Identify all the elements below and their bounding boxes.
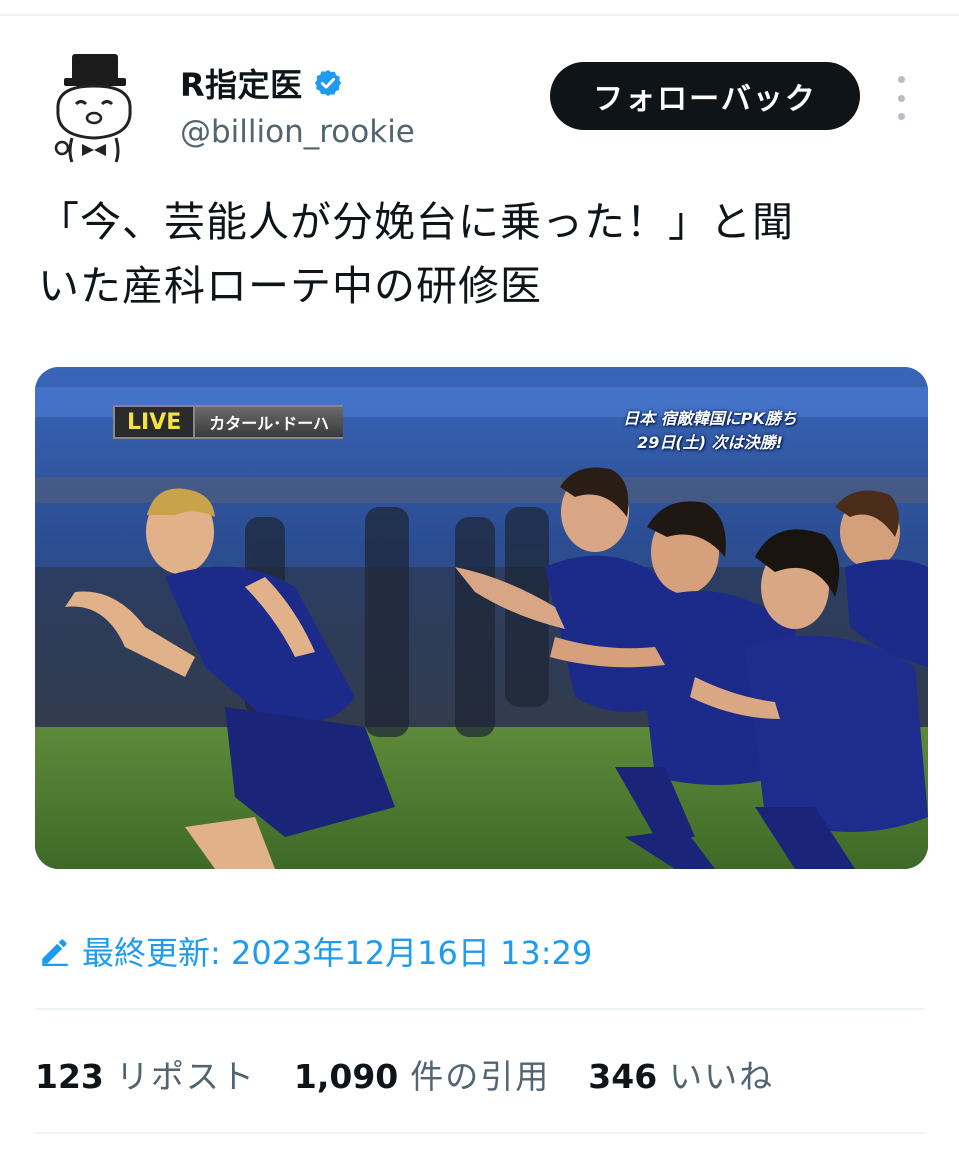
edited-label: 最終更新: 2023年12月16日 13:29	[82, 934, 593, 972]
caption-line-1: 日本 宿敵韓国にPK勝ち	[623, 409, 797, 428]
tweet-text: 「今、芸能人が分娩台に乗った！」と聞 いた産科ローテ中の研修医	[38, 198, 794, 310]
broadcast-caption: 日本 宿敵韓国にPK勝ち 29日(土) 次は決勝!	[565, 407, 855, 455]
user-handle[interactable]: @billion_rookie	[180, 114, 415, 150]
tweet-header: R指定医 @billion_rookie フォローバック	[42, 52, 922, 172]
follow-back-button[interactable]: フォローバック	[550, 62, 860, 130]
reposts-label: リポスト	[115, 1057, 256, 1096]
engagement-stats: 123 リポスト 1,090 件の引用 346 いいね	[35, 1050, 812, 1098]
location-label: カタール･ドーハ	[195, 405, 343, 439]
divider-top	[35, 1008, 925, 1010]
quotes-stat[interactable]: 1,090 件の引用	[294, 1050, 550, 1098]
live-badge: LIVE カタール･ドーハ	[113, 405, 343, 439]
reposts-count: 123	[35, 1057, 104, 1096]
display-name[interactable]: R指定医	[180, 60, 303, 106]
reposts-stat[interactable]: 123 リポスト	[35, 1050, 256, 1098]
edited-timestamp[interactable]: 最終更新: 2023年12月16日 13:29	[38, 928, 592, 974]
pencil-icon	[38, 934, 72, 968]
more-vertical-icon[interactable]	[888, 76, 914, 120]
quotes-label: 件の引用	[410, 1057, 551, 1096]
likes-count: 346	[588, 1057, 658, 1096]
divider-bottom	[35, 1132, 925, 1134]
live-label: LIVE	[113, 405, 196, 439]
quotes-count: 1,090	[293, 1057, 399, 1096]
verified-badge-icon	[313, 68, 343, 98]
tweet-media-image[interactable]: LIVE カタール･ドーハ 日本 宿敵韓国にPK勝ち 29日(土) 次は決勝!	[35, 367, 928, 869]
caption-line-2: 29日(土) 次は決勝!	[637, 433, 783, 452]
top-divider	[0, 14, 959, 16]
name-row: R指定医	[180, 60, 343, 106]
avatar[interactable]	[42, 52, 146, 164]
likes-stat[interactable]: 346 いいね	[588, 1050, 774, 1098]
likes-label: いいね	[669, 1057, 775, 1096]
